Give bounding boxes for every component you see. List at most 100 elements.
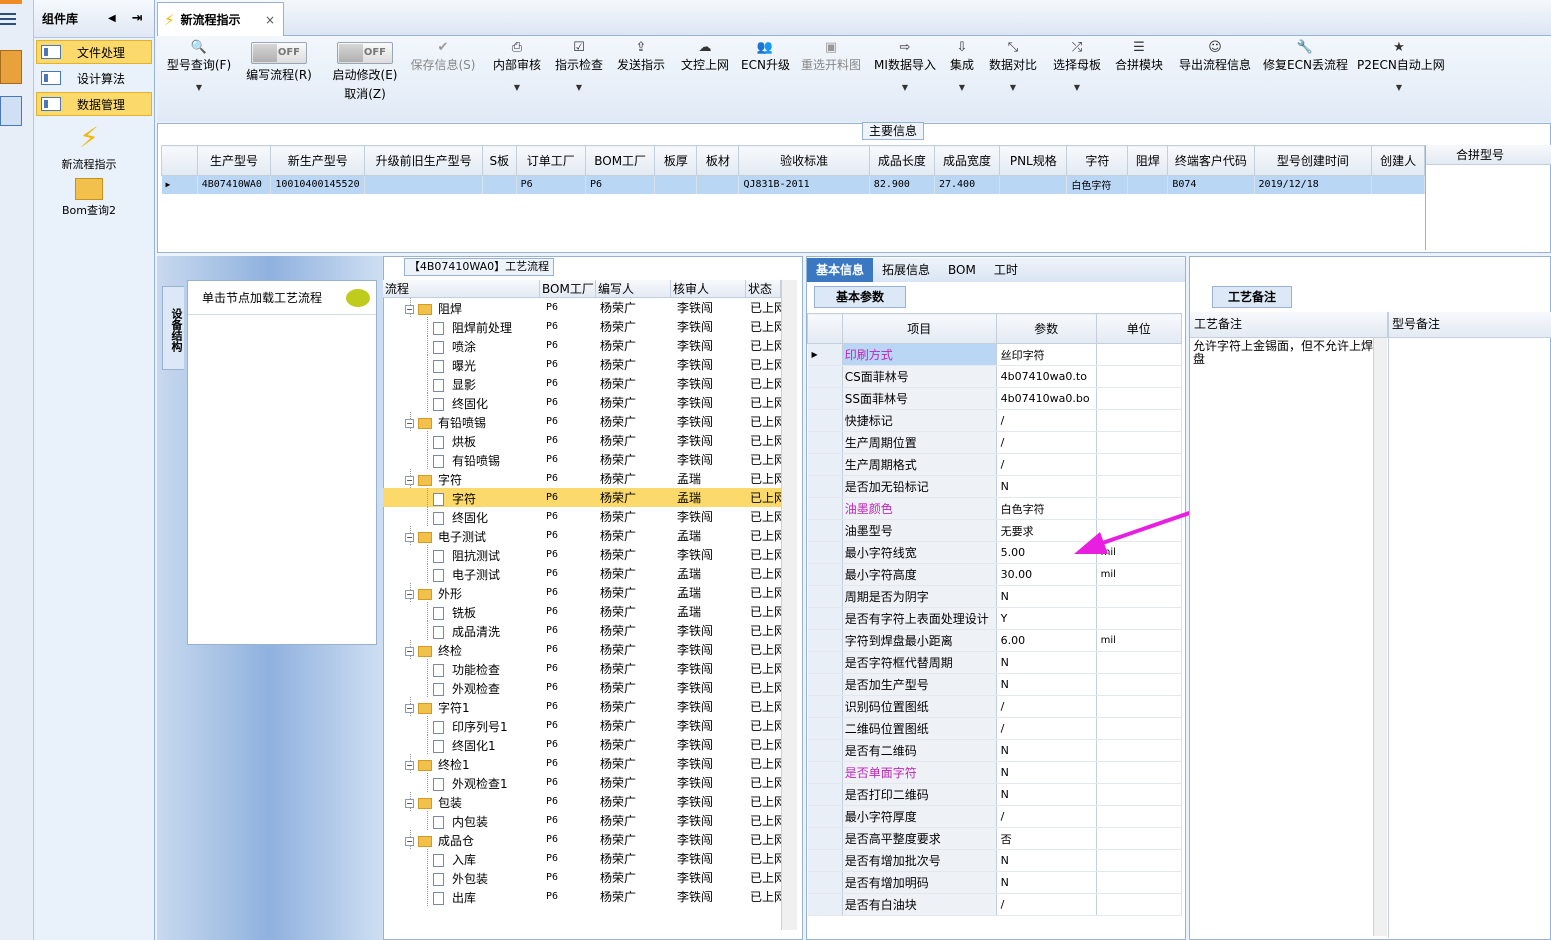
save-info-button[interactable]: ✔ 保存信息(S) <box>409 38 477 73</box>
collapse-icon[interactable]: − <box>405 799 414 808</box>
tree-node[interactable]: − 电子测试 <box>383 526 540 545</box>
cell[interactable]: 82.900 <box>869 175 935 194</box>
instruction-check-button[interactable]: ☑ 指示检查 ▼ <box>553 38 605 93</box>
param-row[interactable]: 周期是否为阴字 N <box>807 585 1183 608</box>
param-value[interactable]: N <box>996 585 1097 608</box>
tab-work-hours[interactable]: 工时 <box>985 258 1027 282</box>
internal-review-button[interactable]: ⎙ 内部审核 ▼ <box>491 38 543 93</box>
new-flow-button[interactable]: ⚡ 新流程指示 <box>34 122 144 172</box>
cell[interactable]: 27.400 <box>934 175 1001 194</box>
param-row[interactable]: 快捷标记 / <box>807 409 1183 432</box>
calendar-icon[interactable] <box>0 96 22 126</box>
col-item[interactable]: 项目 <box>841 313 997 344</box>
tree-row[interactable]: − 字符1 P6 杨荣广 李铁闯 已上网 <box>383 697 781 716</box>
tree-row[interactable]: − 成品仓 P6 杨荣广 李铁闯 已上网 <box>383 830 781 849</box>
param-value[interactable]: N <box>996 761 1097 784</box>
cell[interactable]: P6 <box>516 175 586 194</box>
tree-row[interactable]: 出库 P6 杨荣广 李铁闯 已上网 <box>383 887 781 906</box>
cell[interactable] <box>999 175 1068 194</box>
col-11[interactable]: PNL规格 <box>999 145 1068 176</box>
param-row[interactable]: 二维码位置图纸 / <box>807 717 1183 740</box>
tree-row[interactable]: 阻焊前处理 P6 杨荣广 李铁闯 已上网 <box>383 317 781 336</box>
collapse-icon[interactable]: − <box>405 704 414 713</box>
reselect-drawing-button[interactable]: ▣ 重选开料图 <box>799 38 863 73</box>
collapse-left-icon[interactable]: ◀ <box>108 13 116 24</box>
col-12[interactable]: 字符 <box>1066 145 1129 176</box>
app-icon[interactable] <box>0 50 22 84</box>
data-compare-button[interactable]: ⤡ 数据对比 ▼ <box>987 38 1039 93</box>
tree-node[interactable]: 电子测试 <box>383 564 540 583</box>
cell[interactable]: 白色字符 <box>1066 175 1129 194</box>
tab-basic-params[interactable]: 基本参数 <box>814 286 906 308</box>
cell[interactable] <box>1127 175 1169 194</box>
cell[interactable]: 2019/12/18 <box>1254 175 1373 194</box>
tree-row[interactable]: − 终检1 P6 杨荣广 李铁闯 已上网 <box>383 754 781 773</box>
param-value[interactable]: / <box>996 431 1097 454</box>
param-row[interactable]: 是否打印二维码 N <box>807 783 1183 806</box>
tree-row[interactable]: 外观检查 P6 杨荣广 李铁闯 已上网 <box>383 678 781 697</box>
tree-row[interactable]: 喷涂 P6 杨荣广 李铁闯 已上网 <box>383 336 781 355</box>
pin-icon[interactable]: ⇥ <box>132 11 143 26</box>
param-row[interactable]: 是否有增加明码 N <box>807 871 1183 894</box>
tree-node[interactable]: − 终检 <box>383 640 540 659</box>
col-16[interactable]: 创建人 <box>1371 145 1425 176</box>
param-row[interactable]: 是否高平整度要求否 <box>807 827 1183 850</box>
tree-node[interactable]: 出库 <box>383 887 540 906</box>
process-note-text[interactable]: 允许字符上金锡面，但不允许上焊盘 <box>1193 340 1373 366</box>
tree-row[interactable]: 终固化1 P6 杨荣广 李铁闯 已上网 <box>383 735 781 754</box>
tree-row[interactable]: 外包装 P6 杨荣广 李铁闯 已上网 <box>383 868 781 887</box>
dropdown-arrow-icon[interactable]: ▼ <box>553 83 605 92</box>
tree-node[interactable]: 印序列号1 <box>383 716 540 735</box>
col-14[interactable]: 终端客户代码 <box>1167 145 1255 176</box>
tree-node[interactable]: − 阻焊 <box>383 298 540 317</box>
sidebar-item-design[interactable]: 设计算法 <box>36 66 152 90</box>
param-row[interactable]: ▶ 印刷方式 丝印字符 <box>807 343 1183 366</box>
fix-ecn-button[interactable]: 🔧 修复ECN丢流程 <box>1263 38 1348 73</box>
param-value[interactable]: N <box>996 739 1097 762</box>
col-writer[interactable]: 编写人 <box>596 280 671 297</box>
tree-row[interactable]: 烘板 P6 杨荣广 李铁闯 已上网 <box>383 431 781 450</box>
tree-row[interactable]: − 字符 P6 杨荣广 孟瑞 已上网 <box>383 469 781 488</box>
col-3[interactable]: S板 <box>481 145 517 176</box>
col-flow[interactable]: 流程 <box>383 280 540 297</box>
dropdown-arrow-icon[interactable]: ▼ <box>873 83 937 92</box>
col-value[interactable]: 参数 <box>995 313 1097 344</box>
param-value[interactable]: 6.00 <box>996 629 1097 652</box>
model-query-button[interactable]: 🔍 型号查询(F) ▼ <box>163 38 235 93</box>
col-13[interactable]: 阻焊 <box>1127 145 1169 176</box>
doc-upload-button[interactable]: ☁ 文控上网 <box>679 38 731 73</box>
col-1[interactable]: 新生产型号 <box>270 145 366 176</box>
col-bom-factory[interactable]: BOM工厂 <box>540 280 596 297</box>
tree-node[interactable]: 曝光 <box>383 355 540 374</box>
tree-node[interactable]: 阻焊前处理 <box>383 317 540 336</box>
ecn-upgrade-button[interactable]: 👥 ECN升级 <box>741 38 790 73</box>
param-row[interactable]: CS面菲林号 4b07410wa0.to <box>807 365 1183 388</box>
col-8[interactable]: 验收标准 <box>738 145 870 176</box>
cell[interactable]: QJ831B-2011 <box>738 175 870 194</box>
tree-node[interactable]: − 字符1 <box>383 697 540 716</box>
dropdown-arrow-icon[interactable]: ▼ <box>947 83 977 92</box>
param-row[interactable]: 是否有字符上表面处理设计 Y <box>807 607 1183 630</box>
cell[interactable] <box>654 175 698 194</box>
tree-row[interactable]: 入库 P6 杨荣广 李铁闯 已上网 <box>383 849 781 868</box>
p2ecn-upload-button[interactable]: ★ P2ECN自动上网 ▼ <box>1357 38 1445 93</box>
tree-row[interactable]: 终固化 P6 杨荣广 李铁闯 已上网 <box>383 393 781 412</box>
tab-device-structure[interactable]: 设备结构 <box>162 286 184 370</box>
param-value[interactable]: N <box>996 673 1097 696</box>
dropdown-arrow-icon[interactable]: ▼ <box>163 83 235 92</box>
tree-row[interactable]: 显影 P6 杨荣广 李铁闯 已上网 <box>383 374 781 393</box>
tree-row[interactable]: 阻抗测试 P6 杨荣广 李铁闯 已上网 <box>383 545 781 564</box>
bom-query-button[interactable]: Bom查询2 <box>34 178 144 218</box>
param-row[interactable]: 是否单面字符 N <box>807 761 1183 784</box>
tree-node[interactable]: 字符 <box>383 488 540 507</box>
tree-node[interactable]: 终固化 <box>383 507 540 526</box>
tree-node[interactable]: 喷涂 <box>383 336 540 355</box>
send-instruction-button[interactable]: ⇪ 发送指示 <box>615 38 667 73</box>
table-row[interactable]: ▶ 4B07410WA0 10010400145520 P6 P6 QJ831B-2011… <box>161 175 1425 194</box>
cell[interactable] <box>696 175 740 194</box>
col-2[interactable]: 升级前旧生产型号 <box>364 145 483 176</box>
param-value[interactable]: N <box>996 651 1097 674</box>
param-row[interactable]: 是否字符框代替周期 N <box>807 651 1183 674</box>
param-value[interactable]: / <box>996 409 1097 432</box>
param-value[interactable]: / <box>996 805 1097 828</box>
